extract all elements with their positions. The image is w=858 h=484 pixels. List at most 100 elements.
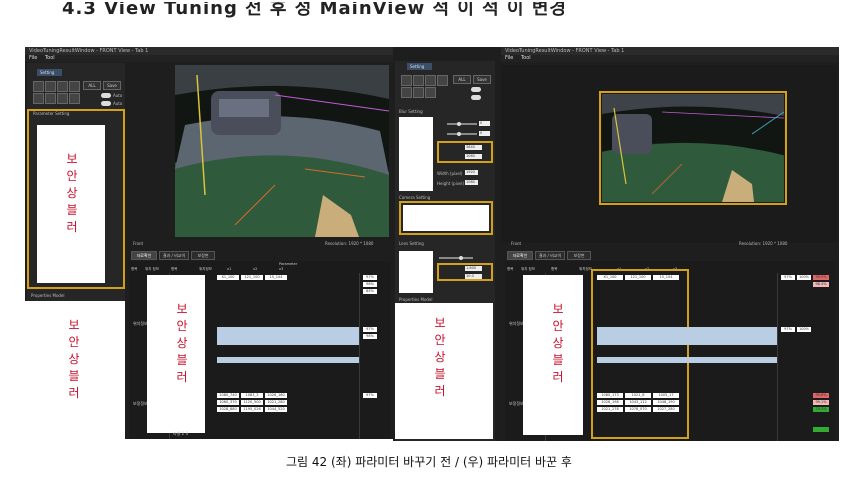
- blurred-region-sidebar-2: [403, 205, 489, 231]
- pct-cell: 97%: [781, 275, 795, 280]
- tool-icon-6[interactable]: [413, 87, 424, 98]
- slider-knob[interactable]: [457, 132, 461, 136]
- security-blur-label-2: 보안상블러: [434, 316, 446, 398]
- window-title: VideoTuningResultWindow - FRONT View - T…: [501, 47, 839, 55]
- tool-icon-8[interactable]: [69, 93, 80, 104]
- highlight-box-values: [591, 269, 689, 439]
- auto-toggle-1[interactable]: [101, 93, 111, 98]
- slider-knob[interactable]: [457, 122, 461, 126]
- table-cell: 121_100: [625, 275, 651, 280]
- tool-icon-1[interactable]: [401, 75, 412, 86]
- table-header-group: Parameter: [279, 262, 298, 266]
- slider-value-1[interactable]: 0: [479, 121, 490, 126]
- slider-1[interactable]: [447, 122, 477, 126]
- table-cell: 1026_198: [597, 400, 623, 405]
- table-cell: 1120_500: [241, 400, 263, 405]
- slider-value-4[interactable]: 1080: [465, 154, 482, 159]
- pct-cell: 100%: [797, 327, 811, 332]
- col-header-1: 항목: [507, 267, 514, 271]
- tool-icon-2[interactable]: [45, 81, 56, 92]
- slider-value-2[interactable]: 0: [479, 131, 490, 136]
- table-cell: 1021_8: [625, 393, 651, 398]
- setting-tab[interactable]: Setting: [407, 63, 432, 70]
- tool-icon-3[interactable]: [57, 81, 68, 92]
- slider-knob[interactable]: [459, 256, 463, 260]
- pct-cell: 97%: [363, 393, 377, 398]
- section-label-correction: 보정정보: [509, 401, 524, 406]
- slider-value-6[interactable]: 10.0: [465, 274, 482, 279]
- tool-icon-2[interactable]: [413, 75, 424, 86]
- slider-2[interactable]: [447, 132, 477, 136]
- table-cell: 1076_070: [625, 407, 651, 412]
- tool-icon-1[interactable]: [33, 81, 44, 92]
- properties-header: Properties Model: [399, 297, 433, 302]
- tab-correction[interactable]: 보정변: [191, 251, 215, 260]
- table-cell: 1080_740: [217, 393, 239, 398]
- result-table: 항목 위치 정보 항목 위치정보 x1 x2 x3 위치정보 보정정보 보안상블…: [505, 261, 835, 441]
- menu-bar: File Tool: [501, 55, 839, 62]
- tab-data-check[interactable]: 자료확인: [507, 251, 533, 260]
- menu-tool[interactable]: Tool: [45, 55, 55, 61]
- col-header-3: 항목: [551, 267, 558, 271]
- camera-view[interactable]: [501, 65, 837, 243]
- auto-toggle-2[interactable]: [471, 95, 481, 100]
- table-cell: X1_100: [217, 275, 239, 280]
- camera-scene: [175, 65, 389, 237]
- tool-icon-7[interactable]: [57, 93, 68, 104]
- camera-view[interactable]: [175, 65, 389, 237]
- camera-setting-header: Camera Setting: [399, 195, 431, 200]
- menu-file[interactable]: File: [505, 55, 513, 61]
- status-bar-green: [813, 427, 829, 432]
- auto-toggle-2[interactable]: [101, 101, 111, 106]
- table-cell: 1044_520: [265, 407, 287, 412]
- col-header-2: 위치 정보: [521, 267, 535, 271]
- setting-tab[interactable]: Setting: [37, 69, 62, 76]
- camera-label: Front: [511, 241, 522, 246]
- col-header-5: x1: [227, 267, 232, 271]
- pct-cell: 98%: [363, 334, 377, 339]
- tool-icon-4[interactable]: [69, 81, 80, 92]
- tab-correction[interactable]: 보정변: [567, 251, 591, 260]
- save-button[interactable]: Save: [473, 75, 491, 84]
- tool-icon-5[interactable]: [33, 93, 44, 104]
- pct-cell: 99.1%: [813, 400, 829, 405]
- col-header-7: x3: [279, 267, 284, 271]
- slider-value-5[interactable]: 1.800: [465, 266, 482, 271]
- col-header-4: 위치정보: [579, 267, 592, 271]
- tool-icon-3[interactable]: [425, 75, 436, 86]
- resolution-label: Resolution: 1920 * 1080: [739, 241, 788, 246]
- all-button[interactable]: ALL: [453, 75, 471, 84]
- table-cell: 1080_173: [597, 393, 623, 398]
- highlight-row: [597, 327, 777, 345]
- tab-result-compare[interactable]: 결과 / 비교이: [159, 251, 189, 260]
- table-cell: 1043_112: [625, 400, 651, 405]
- tab-data-check[interactable]: 자료확인: [131, 251, 157, 260]
- auto-toggle-1[interactable]: [471, 87, 481, 92]
- menu-tool[interactable]: Tool: [521, 55, 531, 61]
- table-cell: 1195_026: [241, 407, 263, 412]
- right-screenshot: VideoTuningResultWindow - FRONT View - T…: [393, 47, 839, 441]
- bottom-row-label: 라벨 2 3: [173, 431, 188, 436]
- figure-caption: 그림 42 (좌) 파라미터 바꾸기 전 / (우) 파라미터 바꾼 후: [286, 455, 572, 469]
- tool-icon-5[interactable]: [401, 87, 412, 98]
- table-cell: 1021_280: [265, 400, 287, 405]
- camera-label: Front: [133, 241, 144, 246]
- save-button[interactable]: Save: [103, 81, 121, 90]
- pct-cell: 97%: [363, 275, 377, 280]
- pct-cell: 97%: [363, 327, 377, 332]
- width-value[interactable]: 1920: [465, 170, 478, 175]
- height-value[interactable]: 1080: [465, 180, 478, 185]
- col-header-1: 항목: [131, 267, 138, 271]
- tool-icon-4[interactable]: [437, 75, 448, 86]
- table-cell: 15_104: [265, 275, 287, 280]
- security-blur-label-1: 보안상블러: [66, 152, 78, 234]
- tool-icon-6[interactable]: [45, 93, 56, 104]
- menu-file[interactable]: File: [29, 55, 37, 61]
- slider-value-3[interactable]: 3840: [465, 145, 482, 150]
- tab-result-compare[interactable]: 결과 / 비교이: [535, 251, 565, 260]
- result-table: Parameter 항목 위치 정보 항목 위치정보 x1 x2 x3 위치정보…: [129, 261, 391, 439]
- left-screenshot: VideoTuningResultWindow - FRONT View - T…: [25, 47, 393, 439]
- all-button[interactable]: ALL: [83, 81, 101, 90]
- slider-5[interactable]: [439, 256, 473, 260]
- tool-icon-7[interactable]: [425, 87, 436, 98]
